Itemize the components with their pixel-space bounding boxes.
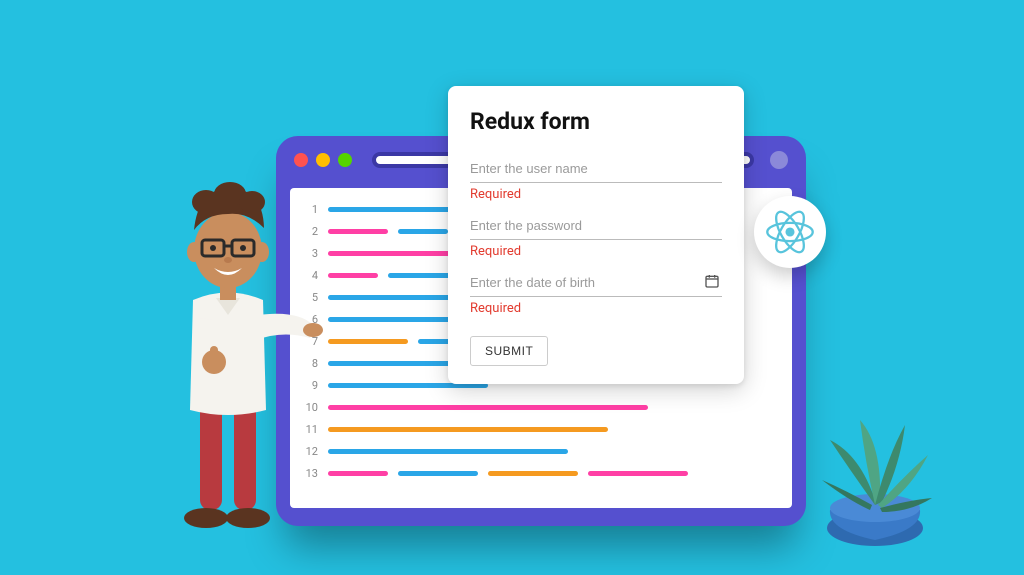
username-error: Required xyxy=(470,187,722,202)
password-input[interactable] xyxy=(470,212,722,240)
password-field-wrapper: Required xyxy=(470,212,722,259)
code-segment xyxy=(398,471,478,476)
submit-button[interactable]: SUBMIT xyxy=(470,336,548,366)
username-field-wrapper: Required xyxy=(470,155,722,202)
redux-form-card: Redux form Required Required Required SU… xyxy=(448,86,744,384)
code-segment xyxy=(328,273,378,278)
calendar-icon[interactable] xyxy=(704,273,720,293)
window-maximize-icon[interactable] xyxy=(338,153,352,167)
react-logo-badge xyxy=(754,196,826,268)
code-segment xyxy=(328,251,468,256)
window-close-icon[interactable] xyxy=(294,153,308,167)
character-illustration xyxy=(148,170,328,540)
username-input[interactable] xyxy=(470,155,722,183)
code-segment xyxy=(328,229,388,234)
dob-field-wrapper: Required xyxy=(470,269,722,316)
dob-input[interactable] xyxy=(470,269,722,297)
react-icon xyxy=(765,207,815,257)
code-segment xyxy=(328,339,408,344)
password-error: Required xyxy=(470,244,722,259)
code-segment xyxy=(328,427,608,432)
code-segment xyxy=(588,471,688,476)
menu-icon[interactable] xyxy=(770,151,788,169)
code-segment xyxy=(328,405,648,410)
code-segment xyxy=(328,449,568,454)
code-line: 13 xyxy=(300,462,778,484)
window-minimize-icon[interactable] xyxy=(316,153,330,167)
dob-error: Required xyxy=(470,301,722,316)
code-line: 10 xyxy=(300,396,778,418)
plant-illustration xyxy=(810,400,940,550)
code-segment xyxy=(328,471,388,476)
code-line: 12 xyxy=(300,440,778,462)
code-line: 11 xyxy=(300,418,778,440)
code-segment xyxy=(398,229,448,234)
form-title: Redux form xyxy=(470,108,722,135)
code-segment xyxy=(488,471,578,476)
